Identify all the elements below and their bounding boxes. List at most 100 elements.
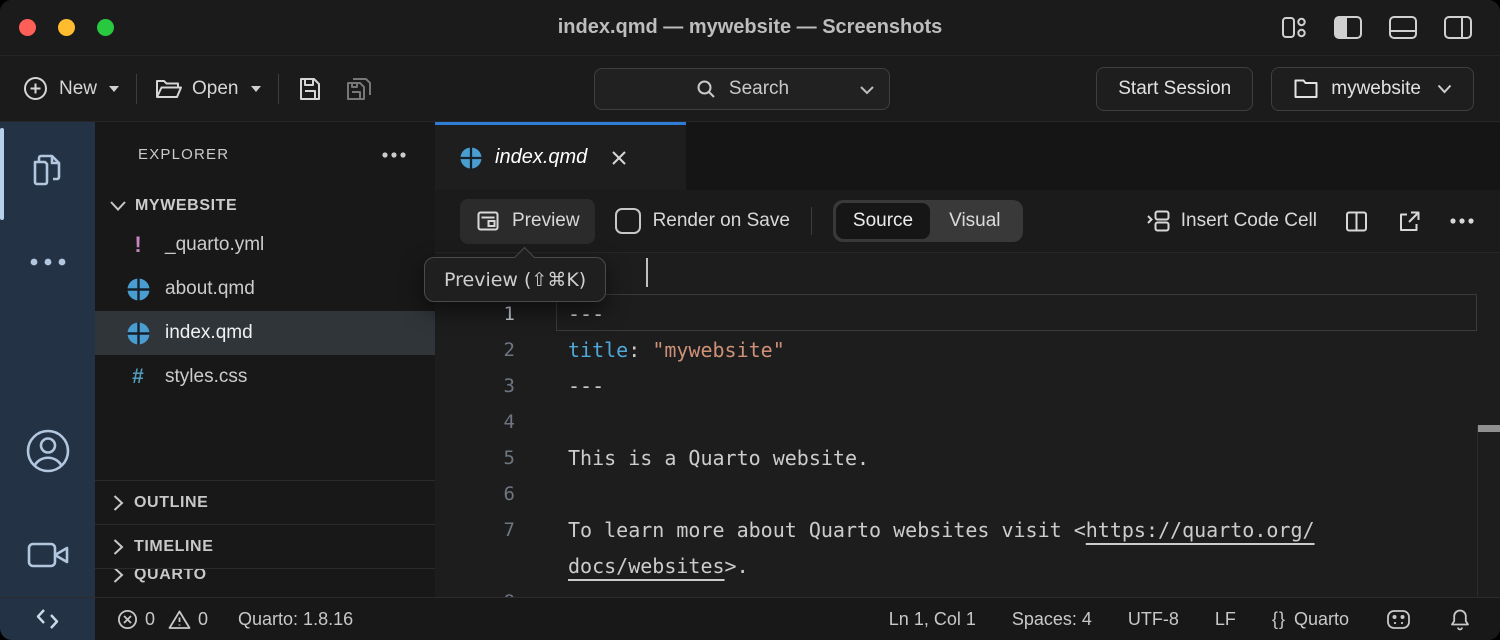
separator: [811, 207, 812, 235]
cursor-position-item[interactable]: Ln 1, Col 1: [889, 609, 976, 630]
explorer-more-actions-icon[interactable]: [381, 151, 407, 159]
code-editor[interactable]: 1---2title: "mywebsite"3---45This is a Q…: [435, 253, 1500, 597]
render-on-save-checkbox[interactable]: [615, 208, 641, 234]
workspace-label: mywebsite: [1331, 78, 1421, 100]
sidebar-section-quarto[interactable]: QUARTO: [95, 568, 435, 597]
file-name: _quarto.yml: [165, 234, 264, 256]
code-line: 4: [435, 404, 1500, 440]
section-label: TIMELINE: [134, 538, 213, 556]
file-name: about.qmd: [165, 278, 255, 300]
line-number: 5: [435, 447, 515, 469]
line-number: 3: [435, 375, 515, 397]
file-name: index.qmd: [165, 322, 253, 344]
window-controls: [19, 19, 114, 36]
remote-indicator[interactable]: [0, 598, 95, 640]
open-button-label: Open: [192, 78, 238, 100]
file-name: styles.css: [165, 366, 247, 388]
globe-icon: [460, 147, 482, 169]
render-on-save-label: Render on Save: [653, 210, 790, 232]
line-number: 6: [435, 483, 515, 505]
encoding-item[interactable]: UTF-8: [1128, 609, 1179, 630]
problems-indicator[interactable]: 0 0: [117, 609, 208, 630]
warning-icon: [168, 609, 191, 630]
close-window-button[interactable]: [19, 19, 36, 36]
quarto-version-item[interactable]: Quarto: 1.8.16: [238, 609, 353, 630]
file-row-styles-css[interactable]: # styles.css: [95, 355, 435, 399]
workspace-tree-root[interactable]: MYWEBSITE: [95, 189, 435, 223]
toggle-primary-sidebar-icon[interactable]: [1332, 14, 1364, 41]
copilot-icon[interactable]: [1385, 607, 1412, 631]
source-visual-toggle: Source Visual: [833, 200, 1023, 242]
sidebar-section-outline[interactable]: OUTLINE: [95, 480, 435, 524]
customize-layout-icon[interactable]: [1279, 14, 1309, 41]
yaml-warning-icon: !: [125, 232, 151, 258]
more-views-icon[interactable]: [0, 254, 95, 270]
preview-button-label: Preview: [512, 210, 580, 232]
warning-count: 0: [198, 609, 208, 630]
maximize-window-button[interactable]: [97, 19, 114, 36]
code-line: 7To learn more about Quarto websites vis…: [435, 512, 1500, 548]
caret-down-icon: [251, 86, 261, 92]
file-row-index-qmd[interactable]: index.qmd: [95, 311, 435, 355]
open-external-icon[interactable]: [1396, 208, 1423, 235]
language-mode-item[interactable]: {} Quarto: [1272, 609, 1349, 630]
start-session-button[interactable]: Start Session: [1096, 67, 1253, 111]
visual-mode-button[interactable]: Visual: [930, 210, 1019, 232]
language-mode-label: Quarto: [1294, 609, 1349, 630]
visual-mode-label: Visual: [949, 210, 1000, 231]
sidebar-section-timeline[interactable]: TIMELINE: [95, 524, 435, 568]
tab-label: index.qmd: [495, 146, 587, 169]
search-placeholder: Search: [729, 78, 789, 100]
save-all-button[interactable]: [344, 75, 374, 103]
source-mode-button[interactable]: Source: [836, 203, 930, 239]
chevron-right-icon: [112, 568, 124, 584]
account-icon[interactable]: [0, 426, 95, 476]
activity-bar: [0, 122, 95, 597]
code-line: 2title: "mywebsite": [435, 332, 1500, 368]
workspace-tree-label: MYWEBSITE: [135, 197, 237, 215]
tab-index-qmd[interactable]: index.qmd: [435, 122, 686, 190]
split-editor-icon[interactable]: [1343, 208, 1370, 235]
file-row-quarto-yml[interactable]: ! _quarto.yml: [95, 223, 435, 267]
section-label: QUARTO: [134, 568, 207, 584]
globe-icon: [125, 320, 151, 346]
open-button[interactable]: Open: [154, 76, 260, 102]
code-line: docs/websites>.: [435, 548, 1500, 584]
globe-icon: [125, 276, 151, 302]
editor-scrollbar-thumb[interactable]: [1478, 425, 1500, 432]
notifications-bell-icon[interactable]: [1448, 607, 1472, 632]
hash-icon: #: [125, 364, 151, 390]
explorer-view-icon[interactable]: [0, 148, 95, 194]
code-lines: 1---2title: "mywebsite"3---45This is a Q…: [435, 253, 1500, 597]
preview-button[interactable]: Preview: [460, 199, 595, 244]
start-session-label: Start Session: [1118, 78, 1231, 100]
editor-group: index.qmd Preview: [435, 122, 1500, 597]
section-label: OUTLINE: [134, 494, 208, 512]
toggle-panel-icon[interactable]: [1387, 14, 1419, 41]
line-number: 7: [435, 519, 515, 541]
search-input[interactable]: Search: [594, 68, 890, 110]
chevron-right-icon: [112, 494, 124, 512]
insert-code-cell-button[interactable]: Insert Code Cell: [1146, 208, 1317, 234]
new-button[interactable]: New: [22, 75, 119, 102]
workspace-button[interactable]: mywebsite: [1271, 67, 1474, 111]
screencast-camera-icon[interactable]: [0, 538, 95, 572]
explorer-title: EXPLORER: [138, 146, 229, 163]
code-line: 5This is a Quarto website.: [435, 440, 1500, 476]
editor-scrollbar-track[interactable]: [1477, 425, 1478, 597]
preview-layout-icon: [475, 208, 501, 234]
chevron-down-icon[interactable]: [860, 86, 874, 95]
minimize-window-button[interactable]: [58, 19, 75, 36]
code-line: 6: [435, 476, 1500, 512]
file-row-about-qmd[interactable]: about.qmd: [95, 267, 435, 311]
insert-code-cell-label: Insert Code Cell: [1181, 210, 1317, 232]
eol-item[interactable]: LF: [1215, 609, 1236, 630]
insert-code-cell-icon: [1146, 208, 1172, 234]
preview-tooltip: Preview (⇧⌘K): [424, 257, 606, 302]
toggle-secondary-sidebar-icon[interactable]: [1442, 14, 1474, 41]
braces-icon: {}: [1272, 609, 1286, 630]
close-tab-icon[interactable]: [610, 149, 628, 167]
indentation-item[interactable]: Spaces: 4: [1012, 609, 1092, 630]
more-actions-icon[interactable]: [1449, 217, 1475, 225]
save-button[interactable]: [296, 75, 324, 103]
